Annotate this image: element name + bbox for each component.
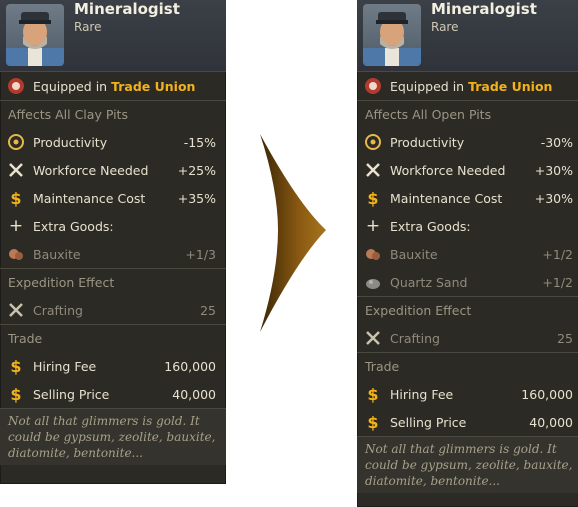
stat-value: +35% xyxy=(177,190,216,206)
selling-price-label: Selling Price xyxy=(33,386,110,402)
hiring-fee-value: 160,000 xyxy=(521,386,573,402)
expedition-stat-label: Crafting xyxy=(33,302,83,318)
stat-row-productivity: Productivity -15% xyxy=(0,128,226,156)
expedition-label: Expedition Effect xyxy=(8,275,115,290)
hammer-wrench-icon xyxy=(364,329,382,347)
goods-value: +1/3 xyxy=(185,246,216,262)
gear-icon xyxy=(7,133,25,151)
hiring-fee-row: $ Hiring Fee 160,000 xyxy=(0,352,226,380)
dollar-icon: $ xyxy=(10,356,22,376)
quartz-sand-icon xyxy=(364,273,382,291)
selling-price-label: Selling Price xyxy=(390,414,467,430)
stat-value: -30% xyxy=(540,134,573,150)
mineralogist-portrait xyxy=(363,4,421,66)
stat-label: Maintenance Cost xyxy=(390,190,503,206)
stat-row-productivity: Productivity -30% xyxy=(357,128,578,156)
hiring-fee-label: Hiring Fee xyxy=(390,386,454,402)
selling-price-value: 40,000 xyxy=(172,386,216,402)
equipped-target: Trade Union xyxy=(468,78,553,94)
extra-goods-label: Extra Goods: xyxy=(390,218,471,234)
dollar-icon: $ xyxy=(10,384,22,404)
tooltip-header: Mineralogist Rare xyxy=(357,0,578,72)
stat-value: -15% xyxy=(183,134,216,150)
stat-row-workforce: Workforce Needed +25% xyxy=(0,156,226,184)
selling-price-row: $ Selling Price 40,000 xyxy=(0,380,226,408)
stat-value: +25% xyxy=(177,162,216,178)
trade-label: Trade xyxy=(8,331,43,346)
equipped-row: Equipped in Trade Union xyxy=(357,72,578,100)
goods-label: Bauxite xyxy=(390,246,438,262)
stat-label: Productivity xyxy=(33,134,108,150)
stat-row-workforce: Workforce Needed +30% xyxy=(357,156,578,184)
goods-label: Bauxite xyxy=(33,246,81,262)
stat-value: +30% xyxy=(534,190,573,206)
equipped-prefix: Equipped in xyxy=(390,78,465,94)
hammer-wrench-icon xyxy=(7,301,25,319)
plus-icon: + xyxy=(365,216,381,236)
hammer-wrench-icon xyxy=(7,161,25,179)
goods-row-quartz-sand: Quartz Sand +1/2 xyxy=(357,268,578,296)
selling-price-row: $ Selling Price 40,000 xyxy=(357,408,578,436)
rarity-label: Rare xyxy=(74,20,102,34)
dollar-icon: $ xyxy=(367,188,379,208)
character-name: Mineralogist xyxy=(74,0,180,18)
stat-row-maintenance: $ Maintenance Cost +30% xyxy=(357,184,578,212)
expedition-row-crafting: Crafting 25 xyxy=(357,324,578,352)
goods-value: +1/2 xyxy=(542,246,573,262)
extra-goods-label: Extra Goods: xyxy=(33,218,114,234)
trade-label: Trade xyxy=(365,359,400,374)
gear-icon xyxy=(364,133,382,151)
hiring-fee-label: Hiring Fee xyxy=(33,358,97,374)
item-tooltip-before: Mineralogist Rare Equipped in Trade Unio… xyxy=(0,0,226,484)
hammer-wrench-icon xyxy=(364,161,382,179)
goods-row-bauxite: Bauxite +1/3 xyxy=(0,240,226,268)
equipped-text: Equipped in Trade Union xyxy=(390,79,578,94)
plus-icon: + xyxy=(8,216,24,236)
goods-row-bauxite: Bauxite +1/2 xyxy=(357,240,578,268)
goods-label: Quartz Sand xyxy=(390,274,468,290)
bauxite-icon xyxy=(364,245,382,263)
equipped-text: Equipped in Trade Union xyxy=(33,79,226,94)
stat-label: Productivity xyxy=(390,134,465,150)
goods-value: +1/2 xyxy=(542,274,573,290)
flavor-text: Not all that glimmers is gold. It could … xyxy=(0,409,226,465)
affects-label: Affects All Open Pits xyxy=(365,107,492,122)
stat-label: Workforce Needed xyxy=(33,162,149,178)
mineralogist-portrait xyxy=(6,4,64,66)
expedition-row-crafting: Crafting 25 xyxy=(0,296,226,324)
stat-label: Workforce Needed xyxy=(390,162,506,178)
expedition-stat-label: Crafting xyxy=(390,330,440,346)
item-tooltip-after: Mineralogist Rare Equipped in Trade Unio… xyxy=(357,0,578,507)
dollar-icon: $ xyxy=(367,384,379,404)
flavor-text: Not all that glimmers is gold. It could … xyxy=(357,437,578,493)
transition-arrow-icon xyxy=(260,134,326,332)
hiring-fee-value: 160,000 xyxy=(164,358,216,374)
tooltip-header: Mineralogist Rare xyxy=(0,0,226,72)
trade-union-icon xyxy=(7,77,25,95)
character-name: Mineralogist xyxy=(431,0,537,18)
rarity-label: Rare xyxy=(431,20,459,34)
trade-union-icon xyxy=(364,77,382,95)
stat-row-maintenance: $ Maintenance Cost +35% xyxy=(0,184,226,212)
expedition-label: Expedition Effect xyxy=(365,303,472,318)
expedition-stat-value: 25 xyxy=(200,302,216,318)
equipped-target: Trade Union xyxy=(111,78,196,94)
dollar-icon: $ xyxy=(10,188,22,208)
equipped-row: Equipped in Trade Union xyxy=(0,72,226,100)
equipped-prefix: Equipped in xyxy=(33,78,108,94)
expedition-stat-value: 25 xyxy=(557,330,573,346)
dollar-icon: $ xyxy=(367,412,379,432)
stat-label: Maintenance Cost xyxy=(33,190,146,206)
extra-goods-row: + Extra Goods: xyxy=(0,212,226,240)
affects-label: Affects All Clay Pits xyxy=(8,107,128,122)
selling-price-value: 40,000 xyxy=(529,414,573,430)
stat-value: +30% xyxy=(534,162,573,178)
bauxite-icon xyxy=(7,245,25,263)
extra-goods-row: + Extra Goods: xyxy=(357,212,578,240)
hiring-fee-row: $ Hiring Fee 160,000 xyxy=(357,380,578,408)
